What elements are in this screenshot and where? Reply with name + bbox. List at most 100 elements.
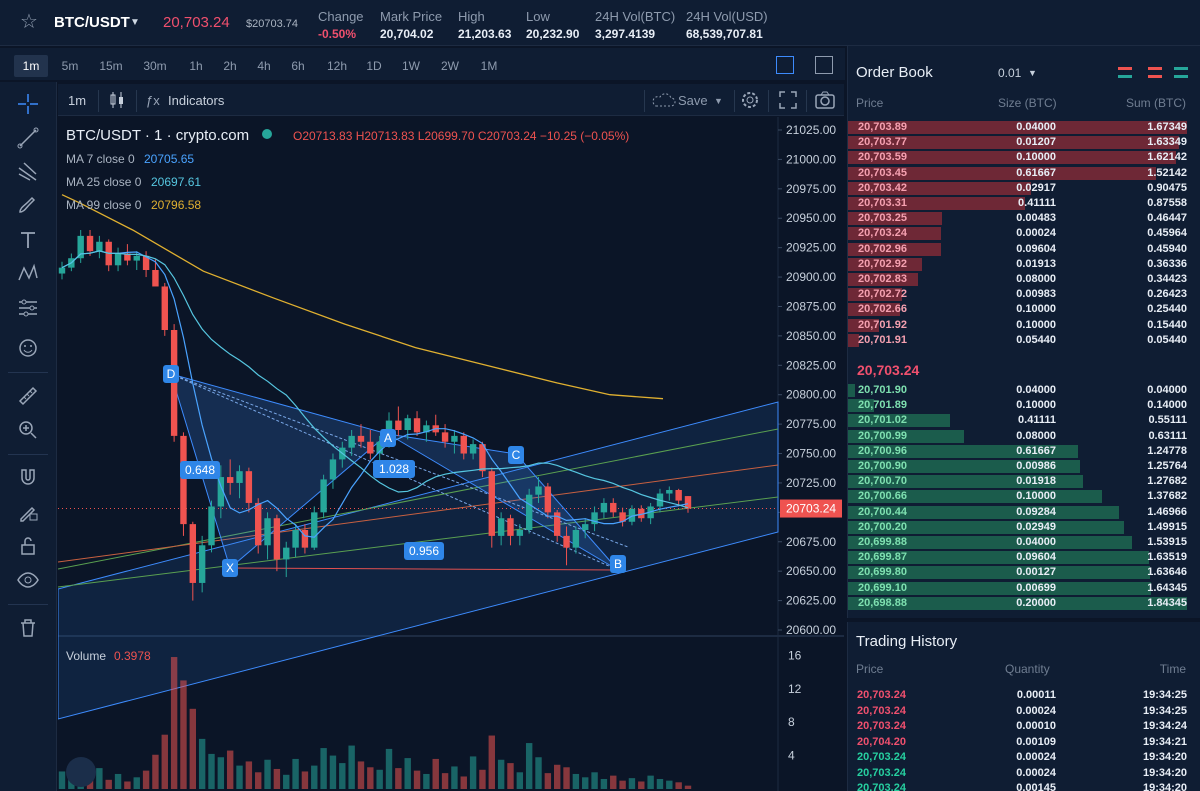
chevron-down-icon[interactable]: ▼ [714, 96, 723, 106]
volume-bar [152, 754, 159, 789]
ask-row[interactable]: 20,702.83 0.08000 0.34423 [848, 273, 1200, 286]
tab-1mo[interactable]: 1M [474, 55, 504, 77]
lock-draw-icon[interactable] [16, 500, 40, 524]
trash-icon[interactable] [16, 616, 40, 640]
tab-2w[interactable]: 2W [434, 55, 466, 77]
history-price: 20,703.24 [857, 689, 906, 701]
pitchfork-icon[interactable] [16, 160, 40, 184]
view-asks-icon[interactable] [1148, 67, 1162, 78]
bid-row[interactable]: 20,699.10 0.00699 1.64345 [848, 581, 1200, 595]
pattern-icon[interactable] [16, 262, 40, 286]
ask-row[interactable]: 20,703.77 0.01207 1.63349 [848, 136, 1200, 150]
bid-row[interactable]: 20,700.96 0.61667 1.24778 [848, 444, 1200, 458]
chevron-down-icon[interactable]: ▼ [130, 17, 140, 28]
pair-selector[interactable]: BTC/USDT [54, 14, 130, 31]
ask-row[interactable]: 20,703.42 0.02917 0.90475 [848, 181, 1200, 195]
volume-bar [582, 777, 589, 789]
bid-row[interactable]: 20,699.88 0.04000 1.53915 [848, 536, 1200, 549]
bid-row[interactable]: 20,699.80 0.00127 1.63646 [848, 566, 1200, 580]
toolbar-divider [644, 90, 645, 112]
bid-row[interactable]: 20,699.87 0.09604 1.63519 [848, 551, 1200, 565]
orderbook-price: 20,702.72 [858, 288, 907, 301]
chart-canvas[interactable]: 21025.00 21000.00 20975.00 20950.00 20925.00… [58, 117, 844, 791]
ask-row[interactable]: 20,703.31 0.41111 0.87558 [848, 197, 1200, 210]
prediction-icon[interactable] [16, 296, 40, 320]
ask-row[interactable]: 20,703.89 0.04000 1.67349 [848, 121, 1200, 134]
chevron-down-icon[interactable]: ▼ [1028, 68, 1037, 78]
star-icon[interactable]: ☆ [20, 12, 38, 32]
tab-30m[interactable]: 30m [138, 55, 172, 77]
gear-icon[interactable] [740, 90, 760, 110]
camera-icon[interactable] [814, 90, 836, 110]
brush-icon[interactable] [16, 194, 40, 218]
volume-bar [217, 757, 225, 789]
ruler-icon[interactable] [16, 384, 40, 408]
eye-icon[interactable] [16, 568, 40, 592]
tab-4h[interactable]: 4h [250, 55, 278, 77]
price-chart[interactable]: 21025.00 21000.00 20975.00 20950.00 20925.00… [58, 117, 844, 791]
price-tick-label: 21000.00 [786, 152, 836, 166]
tab-1w[interactable]: 1W [396, 55, 426, 77]
ask-row[interactable]: 20,702.72 0.00983 0.26423 [848, 288, 1200, 302]
bid-row[interactable]: 20,700.20 0.02949 1.49915 [848, 520, 1200, 534]
fx-icon[interactable]: ƒx [146, 93, 160, 108]
view-both-icon[interactable] [1118, 67, 1132, 78]
orderbook-sum: 0.36336 [1147, 257, 1187, 270]
bid-row[interactable]: 20,701.89 0.10000 0.14000 [848, 399, 1200, 413]
orderbook-price: 20,703.25 [858, 212, 907, 225]
pattern-point-d: D [167, 367, 176, 381]
bid-row[interactable]: 20,700.90 0.00986 1.25764 [848, 460, 1200, 473]
orderbook-size: 0.05440 [1016, 333, 1056, 346]
indicators-button[interactable]: Indicators [168, 93, 224, 108]
area-chart-icon[interactable] [815, 56, 833, 74]
view-bids-icon[interactable] [1174, 67, 1188, 78]
tab-1d[interactable]: 1D [360, 55, 388, 77]
orderbook-sum: 0.34423 [1147, 273, 1187, 285]
ask-row[interactable]: 20,701.91 0.05440 0.05440 [848, 333, 1200, 347]
candle [114, 253, 122, 266]
tab-15m[interactable]: 15m [94, 55, 128, 77]
candle [441, 432, 449, 442]
tab-12h[interactable]: 12h [320, 55, 354, 77]
tab-5m[interactable]: 5m [56, 55, 84, 77]
tab-1h[interactable]: 1h [182, 55, 210, 77]
bid-row[interactable]: 20,701.90 0.04000 0.04000 [848, 384, 1200, 397]
text-icon[interactable] [16, 228, 40, 252]
tab-6h[interactable]: 6h [284, 55, 312, 77]
last-price: 20,703.24 [163, 14, 230, 31]
ask-row[interactable]: 20,702.66 0.10000 0.25440 [848, 303, 1200, 317]
ask-row[interactable]: 20,702.92 0.01913 0.36336 [848, 257, 1200, 271]
bid-row[interactable]: 20,701.02 0.41111 0.55111 [848, 414, 1200, 428]
orderbook-sum: 1.84345 [1147, 596, 1187, 609]
tab-2h[interactable]: 2h [216, 55, 244, 77]
ask-row[interactable]: 20,702.96 0.09604 0.45940 [848, 242, 1200, 256]
cloud-icon[interactable] [650, 92, 676, 108]
bid-row[interactable]: 20,698.88 0.20000 1.84345 [848, 596, 1200, 610]
trendline-icon[interactable] [16, 126, 40, 150]
lock-icon[interactable] [16, 534, 40, 558]
volume-bar [395, 768, 402, 789]
aggregation-select[interactable]: 0.01 [998, 66, 1021, 80]
crosshair-icon[interactable] [16, 92, 40, 116]
depth-chart-icon[interactable] [776, 56, 794, 74]
bid-row[interactable]: 20,700.70 0.01918 1.27682 [848, 475, 1200, 489]
volume-bar [133, 777, 140, 789]
bid-row[interactable]: 20,700.66 0.10000 1.37682 [848, 490, 1200, 504]
zoom-in-icon[interactable] [16, 418, 40, 442]
ask-row[interactable]: 20,703.45 0.61667 1.52142 [848, 166, 1200, 180]
emoji-icon[interactable] [16, 336, 40, 360]
chart-interval-button[interactable]: 1m [68, 93, 86, 108]
ask-row[interactable]: 20,701.92 0.10000 0.15440 [848, 318, 1200, 332]
magnet-icon[interactable] [16, 466, 40, 490]
fullscreen-icon[interactable] [778, 90, 798, 110]
pattern-point-a: A [384, 431, 392, 445]
bid-row[interactable]: 20,700.99 0.08000 0.63111 [848, 429, 1200, 443]
ask-row[interactable]: 20,703.25 0.00483 0.46447 [848, 212, 1200, 226]
tab-1m[interactable]: 1m [14, 55, 48, 77]
history-header-quantity: Quantity [1005, 662, 1050, 676]
save-button[interactable]: Save [678, 93, 708, 108]
candle-type-icon[interactable] [108, 90, 126, 110]
bid-row[interactable]: 20,700.44 0.09284 1.46966 [848, 505, 1200, 519]
ask-row[interactable]: 20,703.24 0.00024 0.45964 [848, 227, 1200, 241]
ask-row[interactable]: 20,703.59 0.10000 1.62142 [848, 151, 1200, 165]
